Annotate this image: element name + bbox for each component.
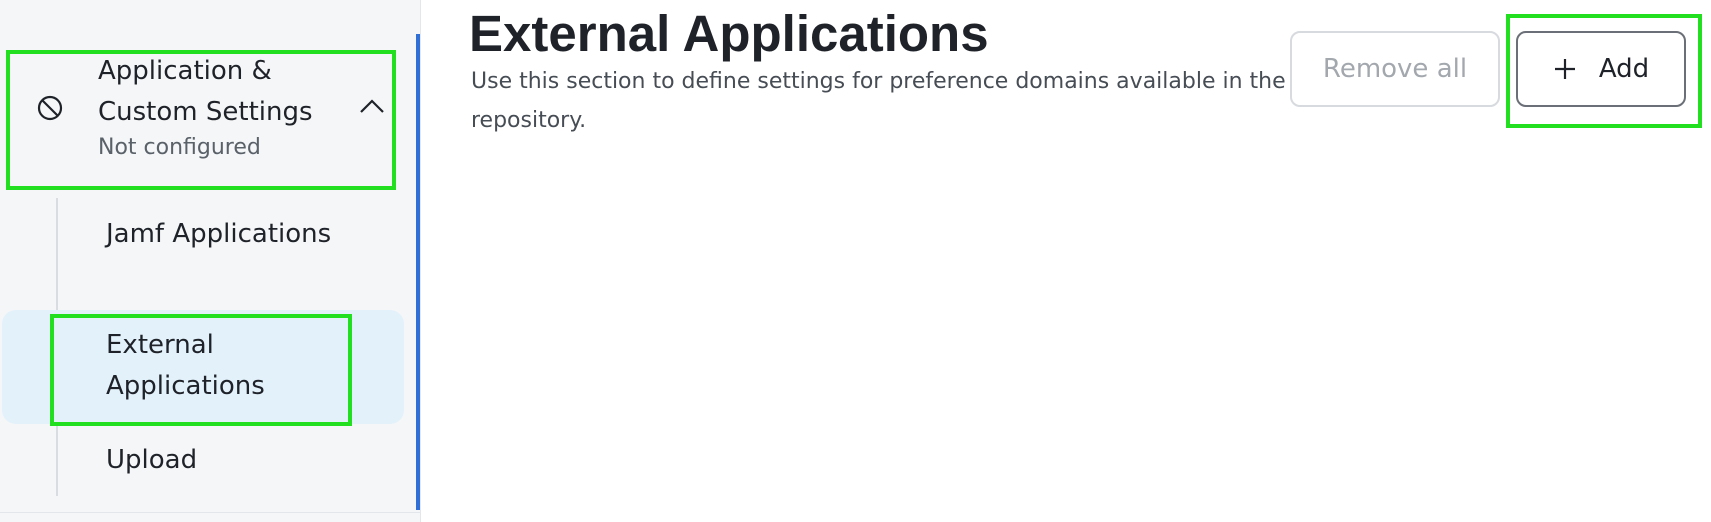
remove-all-label: Remove all [1322,54,1468,84]
prohibited-icon [37,95,63,121]
plus-icon [1554,59,1575,79]
add-label: Add [1598,54,1650,84]
sidebar-item-label: Upload [106,445,198,475]
sidebar: Application & Custom Settings Not config… [0,0,421,522]
section-title: Application & Custom Settings [98,56,313,127]
divider [0,512,421,513]
remove-all-button[interactable]: Remove all [1290,31,1500,107]
sidebar-item-jamf-applications[interactable]: Jamf Applications [2,206,404,306]
sidebar-item-label: Jamf Applications [106,219,332,249]
page-description: Use this section to define settings for … [471,69,1286,133]
chevron-up-icon[interactable] [358,96,386,116]
sidebar-item-external-applications[interactable]: External Applications [2,310,404,424]
add-button[interactable]: Add [1516,31,1686,107]
page-title: External Applications [469,5,989,62]
sidebar-item-label: External Applications [106,330,265,401]
sidebar-item-upload[interactable]: Upload [2,436,404,488]
section-status: Not configured [98,135,261,160]
sidebar-scroll-indicator [416,34,420,510]
